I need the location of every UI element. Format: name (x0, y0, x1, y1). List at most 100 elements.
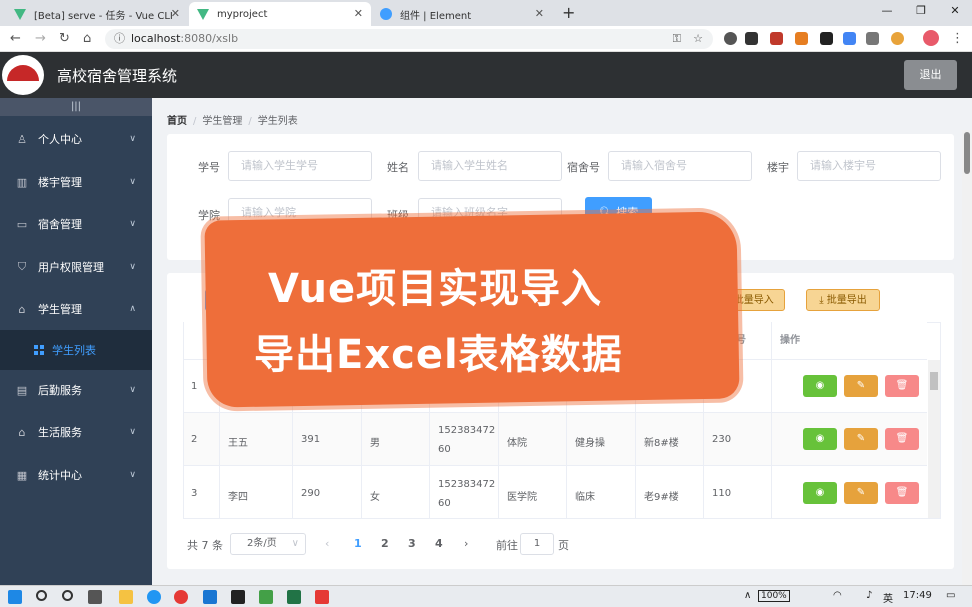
browser-tab-vue-cli[interactable]: [Beta] serve - 任务 - Vue CLI ✕ (6, 2, 188, 26)
table-scrollbar[interactable] (928, 360, 940, 518)
name-input[interactable]: 请输入学生姓名 (418, 151, 562, 181)
sidebar-item-life[interactable]: ⌂ 生活服务 ∨ (0, 411, 152, 453)
extension-icon[interactable] (724, 32, 737, 45)
battery-indicator[interactable]: 100% (758, 590, 790, 602)
notification-icon[interactable]: ▭ (946, 590, 955, 601)
edit-button[interactable]: ✎ (844, 375, 878, 397)
translate-icon[interactable] (843, 32, 856, 45)
profile-avatar[interactable] (923, 30, 939, 46)
extension-icon[interactable] (770, 32, 783, 45)
extension-icon[interactable] (795, 32, 808, 45)
url-path: :8080/xslb (180, 32, 239, 45)
goto-page-input[interactable]: 1 (520, 533, 554, 555)
student-no-input[interactable]: 请输入学生学号 (228, 151, 372, 181)
windows-start-icon[interactable] (8, 590, 22, 604)
overlay-title-line1: Vue项目实现导入 (268, 266, 603, 312)
cell-dorm: 230 (712, 434, 732, 445)
page-scrollbar[interactable] (962, 130, 972, 585)
sidebar-subitem-student-list[interactable]: 学生列表 (0, 330, 152, 370)
chevron-down-icon: ∨ (129, 385, 136, 395)
close-window-icon[interactable]: ✕ (938, 0, 972, 26)
home-icon: ⌂ (18, 425, 26, 439)
breadcrumb-home[interactable]: 首页 (167, 116, 187, 127)
close-tab-icon[interactable]: ✕ (354, 7, 363, 20)
page-size-select[interactable]: 2条/页 ∨ (230, 533, 306, 555)
extension-icon[interactable] (866, 32, 879, 45)
collapse-toggle[interactable]: ||| (0, 98, 152, 116)
delete-button[interactable]: 🗑︎ (885, 375, 919, 397)
chevron-up-icon: ∧ (129, 304, 136, 314)
minimize-icon[interactable]: — (870, 0, 904, 26)
sidebar-item-student[interactable]: ⌂ 学生管理 ∧ (0, 288, 152, 330)
element-favicon-icon (380, 8, 392, 20)
network-icon[interactable]: ◠ (833, 590, 842, 601)
close-tab-icon[interactable]: ✕ (535, 7, 544, 20)
batch-export-button[interactable]: ⤓ 批量导出 (806, 289, 880, 311)
delete-button[interactable]: 🗑︎ (885, 428, 919, 450)
logout-button[interactable]: 退出 (904, 60, 957, 90)
dorm-no-input[interactable]: 请输入宿舍号 (608, 151, 752, 181)
view-button[interactable]: ◉ (803, 428, 837, 450)
sidebar-item-logistics[interactable]: ▤ 后勤服务 ∨ (0, 369, 152, 411)
view-button[interactable]: ◉ (803, 375, 837, 397)
column-divider (771, 322, 772, 519)
vscode-icon[interactable] (203, 590, 217, 604)
file-explorer-icon[interactable] (119, 590, 133, 604)
building-input[interactable]: 请输入楼宇号 (797, 151, 941, 181)
sidebar-item-stats[interactable]: ▦ 统计中心 ∨ (0, 454, 152, 496)
edit-button[interactable]: ✎ (844, 428, 878, 450)
app-icon[interactable] (315, 590, 329, 604)
view-button[interactable]: ◉ (803, 482, 837, 504)
key-icon[interactable]: ⚿ (673, 29, 681, 49)
reload-icon[interactable]: ↻ (59, 31, 70, 47)
sidebar-item-building[interactable]: ▥ 楼宇管理 ∨ (0, 161, 152, 203)
terminal-icon[interactable] (231, 590, 245, 604)
next-page-icon[interactable]: › (464, 537, 468, 550)
cell-student-no: 290 (301, 488, 321, 499)
sidebar-item-permission[interactable]: ⛉ 用户权限管理 ∨ (0, 246, 152, 288)
task-view-icon[interactable] (88, 590, 102, 604)
chart-icon: ▦ (16, 468, 28, 482)
browser-address-bar: ← → ↻ ⌂ ⓘ localhost:8080/xslb ⚿ ☆ ⋮ (0, 26, 972, 52)
search-icon[interactable] (36, 590, 47, 601)
more-menu-icon[interactable]: ⋮ (951, 31, 964, 47)
input-language[interactable]: 英 (883, 590, 893, 605)
home-icon[interactable]: ⌂ (83, 31, 91, 47)
back-icon[interactable]: ← (10, 31, 21, 47)
cell-gender: 男 (370, 438, 380, 449)
restore-icon[interactable]: ❐ (904, 0, 938, 26)
extension-icon[interactable] (820, 32, 833, 45)
page-number[interactable]: 1 (354, 537, 362, 550)
cortana-icon[interactable] (62, 590, 73, 601)
new-tab-button[interactable]: + (562, 3, 575, 22)
breadcrumb-item[interactable]: 学生管理 (202, 116, 242, 127)
browser-tab-myproject[interactable]: myproject ✕ (189, 2, 371, 26)
clock[interactable]: 17:49 (903, 590, 932, 601)
sidebar-item-personal[interactable]: ♙ 个人中心 ∨ (0, 118, 152, 160)
site-info-icon[interactable]: ⓘ (114, 29, 125, 49)
url-field[interactable]: ⓘ localhost:8080/xslb ⚿ ☆ (105, 29, 713, 49)
app-icon[interactable] (259, 590, 273, 604)
page-number[interactable]: 3 (408, 537, 416, 550)
chrome-icon[interactable] (174, 590, 188, 604)
bookmark-star-icon[interactable]: ☆ (693, 29, 703, 49)
edit-button[interactable]: ✎ (844, 482, 878, 504)
volume-icon[interactable]: ♪ (866, 590, 872, 601)
page-number[interactable]: 4 (435, 537, 443, 550)
forward-icon[interactable]: → (35, 31, 46, 47)
excel-icon[interactable] (287, 590, 301, 604)
app-title: 高校宿舍管理系统 (57, 67, 178, 85)
cell-index: 3 (191, 488, 198, 499)
delete-button[interactable]: 🗑︎ (885, 482, 919, 504)
tray-up-icon[interactable]: ∧ (744, 590, 751, 601)
browser-tab-element[interactable]: 组件 | Element ✕ (372, 2, 552, 26)
goto-label: 前往 (496, 539, 518, 552)
app-icon[interactable] (147, 590, 161, 604)
extension-icon[interactable] (891, 32, 904, 45)
page-number[interactable]: 2 (381, 537, 389, 550)
extension-icon[interactable] (745, 32, 758, 45)
close-tab-icon[interactable]: ✕ (171, 7, 180, 20)
prev-page-icon[interactable]: ‹ (325, 537, 329, 550)
sidebar-item-dorm[interactable]: ▭ 宿舍管理 ∨ (0, 203, 152, 245)
sidebar-item-label: 个人中心 (38, 133, 82, 146)
